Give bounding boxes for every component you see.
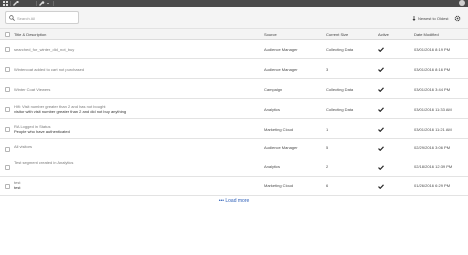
row-title[interactable]: searched_for_winter_did_not_buy (14, 47, 74, 52)
checkmark-icon (378, 165, 384, 170)
row-checkbox[interactable] (5, 67, 10, 72)
row-source: Campaign (264, 87, 283, 92)
row-checkbox[interactable] (5, 165, 10, 170)
toolbar-divider (53, 1, 54, 6)
row-source: Analytics (264, 164, 281, 169)
row-size: 5 (326, 145, 329, 150)
checkmark-icon (378, 47, 384, 52)
table-row[interactable]: test test Marketing Cloud 6 01/26/2016 6… (0, 177, 468, 196)
wrench-icon[interactable] (39, 1, 50, 6)
table-row[interactable]: Wintercoat added to cart not purchased A… (0, 60, 468, 79)
tools-icon[interactable] (13, 1, 19, 6)
column-title-header[interactable]: Title & Description (14, 32, 46, 37)
column-source-header[interactable]: Source (264, 32, 277, 37)
row-checkbox[interactable] (5, 47, 10, 52)
row-size: 1 (326, 127, 329, 132)
table-row[interactable]: Test segment created in Analytics Analyt… (0, 158, 468, 177)
row-source: Marketing Cloud (264, 127, 294, 132)
row-date: 02/18/2016 12:39 PM (414, 164, 453, 169)
row-size: Collecting Data (326, 87, 354, 92)
row-date: 03/01/2016 3:44 PM (414, 87, 451, 92)
row-date: 02/29/2016 3:06 PM (414, 145, 451, 150)
help-icon[interactable] (459, 0, 465, 6)
checkmark-icon (378, 184, 384, 189)
checkmark-icon (378, 107, 384, 112)
row-checkbox[interactable] (5, 87, 10, 92)
row-size: 3 (326, 67, 329, 72)
table-row[interactable]: Hifi: Visit number greater than 2 and ha… (0, 100, 468, 119)
search-icon (9, 15, 15, 21)
row-size: Collecting Data (326, 107, 354, 112)
column-size-header[interactable]: Current Size (326, 32, 348, 37)
checkmark-icon (378, 87, 384, 92)
row-size: 6 (326, 183, 329, 188)
row-title[interactable]: Test segment created in Analytics (14, 160, 73, 165)
row-checkbox[interactable] (5, 107, 10, 112)
row-date: 01/26/2016 6:29 PM (414, 183, 451, 188)
row-source: Audience Manager (264, 47, 298, 52)
toolbar-divider (36, 1, 37, 6)
load-more-link[interactable]: ••• Load more (0, 198, 468, 205)
column-modified-header[interactable]: Date Modified (414, 32, 439, 37)
table-row[interactable]: Winter Coat Viewers Campaign Collecting … (0, 80, 468, 99)
row-date: 03/01/2016 11:21 AM (414, 127, 452, 132)
row-title[interactable]: Wintercoat added to cart not purchased (14, 67, 84, 72)
column-active-header[interactable]: Active (378, 32, 389, 37)
list-toolbar: Newest to Oldest (0, 7, 468, 29)
row-checkbox[interactable] (5, 147, 10, 152)
search-box[interactable] (5, 11, 79, 24)
sort-label: Newest to Oldest (418, 16, 449, 21)
row-date: 03/01/2016 8:19 PM (414, 47, 451, 52)
row-size: Collecting Data (326, 47, 354, 52)
row-checkbox[interactable] (5, 127, 10, 132)
row-source: Analytics (264, 107, 281, 112)
table-row[interactable]: All visitors Audience Manager 5 02/29/20… (0, 140, 468, 159)
select-all-checkbox[interactable] (5, 32, 10, 37)
row-description: test (14, 185, 21, 190)
row-source: Audience Manager (264, 67, 298, 72)
checkmark-icon (378, 146, 384, 151)
table-row[interactable]: searched_for_winter_did_not_buy Audience… (0, 40, 468, 59)
search-input[interactable] (17, 13, 77, 23)
toolbar-divider (10, 1, 11, 6)
table-header: Title & Description Source Current Size … (0, 29, 468, 40)
row-source: Marketing Cloud (264, 183, 294, 188)
row-size: 2 (326, 164, 329, 169)
checkmark-icon (378, 67, 384, 72)
app-top-bar (0, 0, 468, 7)
checkmark-icon (378, 127, 384, 132)
row-date: 03/01/2016 8:16 PM (414, 67, 451, 72)
row-title[interactable]: Winter Coat Viewers (14, 87, 50, 92)
row-checkbox[interactable] (5, 184, 10, 189)
row-description: visitor with visit number greater than 2… (14, 109, 127, 114)
load-more-label[interactable]: ••• Load more (219, 198, 250, 204)
table-row[interactable]: RA Logged in Status People who have auth… (0, 120, 468, 139)
row-title[interactable]: All visitors (14, 144, 32, 149)
sort-arrow-icon (412, 16, 416, 21)
gear-icon[interactable] (454, 15, 461, 22)
row-description: People who have authenticated (14, 129, 70, 134)
row-source: Audience Manager (264, 145, 298, 150)
grid-icon[interactable] (3, 1, 8, 6)
row-date: 03/01/2016 11:33 AM (414, 107, 452, 112)
